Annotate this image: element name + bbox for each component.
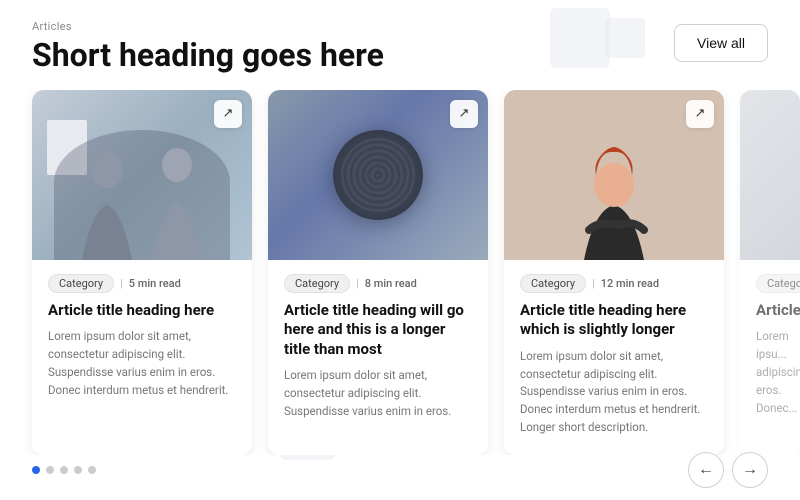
card-1-body: Category | 5 min read Article title head… (32, 260, 252, 418)
pagination-dots (32, 466, 96, 474)
article-card-2: ↗ Category | 8 min read Article title he… (268, 90, 488, 455)
prev-button[interactable]: ← (688, 452, 724, 488)
header-section: Articles Short heading goes here View al… (0, 0, 800, 90)
card-2-external-link[interactable]: ↗ (450, 100, 478, 128)
article-card-1: ↗ Category | 5 min read Article title he… (32, 90, 252, 455)
page-wrapper: Articles Short heading goes here View al… (0, 0, 800, 500)
nav-buttons: ← → (688, 452, 768, 488)
view-all-button[interactable]: View all (674, 24, 768, 62)
deco-2 (605, 18, 645, 58)
card-2-device (333, 130, 423, 220)
card-4-meta: Category (756, 274, 784, 293)
card-3-category: Category (520, 274, 586, 293)
card-3-read-time: 12 min read (601, 277, 659, 290)
card-3-external-link[interactable]: ↗ (686, 100, 714, 128)
bottom-bar: ← → (0, 440, 800, 500)
dot-4[interactable] (74, 466, 82, 474)
card-2-divider: | (356, 277, 359, 290)
card-4-body: Category Article Lorem ipsu... adipiscin… (740, 260, 800, 436)
card-1-category: Category (48, 274, 114, 293)
card-3-title: Article title heading here which is slig… (520, 301, 708, 340)
cards-container: ↗ Category | 5 min read Article title he… (0, 90, 800, 455)
article-card-3: ↗ Category | 12 min read Article title h… (504, 90, 724, 455)
dot-2[interactable] (46, 466, 54, 474)
section-label: Articles (32, 20, 384, 33)
card-2-read-time: 8 min read (365, 277, 417, 290)
dot-1[interactable] (32, 466, 40, 474)
card-1-divider: | (120, 277, 123, 290)
header-left: Articles Short heading goes here (32, 20, 384, 74)
card-4-title: Article (756, 301, 784, 321)
card-1-external-link[interactable]: ↗ (214, 100, 242, 128)
card-3-divider: | (592, 277, 595, 290)
card-4-desc: Lorem ipsu... adipiscing... eros. Donec.… (756, 328, 784, 417)
page-title: Short heading goes here (32, 37, 384, 74)
card-4-category: Category (756, 274, 800, 293)
card-2-body: Category | 8 min read Article title head… (268, 260, 488, 439)
article-card-4: Category Article Lorem ipsu... adipiscin… (740, 90, 800, 455)
card-1-meta: Category | 5 min read (48, 274, 236, 293)
card-2-meta: Category | 8 min read (284, 274, 472, 293)
next-button[interactable]: → (732, 452, 768, 488)
card-2-title: Article title heading will go here and t… (284, 301, 472, 360)
card-1-title: Article title heading here (48, 301, 236, 321)
card-4-image (740, 90, 800, 260)
card-1-desc: Lorem ipsum dolor sit amet, consectetur … (48, 328, 236, 399)
card-1-read-time: 5 min read (129, 277, 181, 290)
dot-5[interactable] (88, 466, 96, 474)
card-3-desc: Lorem ipsum dolor sit amet, consectetur … (520, 348, 708, 437)
card-2-category: Category (284, 274, 350, 293)
dot-3[interactable] (60, 466, 68, 474)
card-3-body: Category | 12 min read Article title hea… (504, 260, 724, 455)
card-3-meta: Category | 12 min read (520, 274, 708, 293)
deco-1 (550, 8, 610, 68)
card-2-desc: Lorem ipsum dolor sit amet, consectetur … (284, 367, 472, 420)
